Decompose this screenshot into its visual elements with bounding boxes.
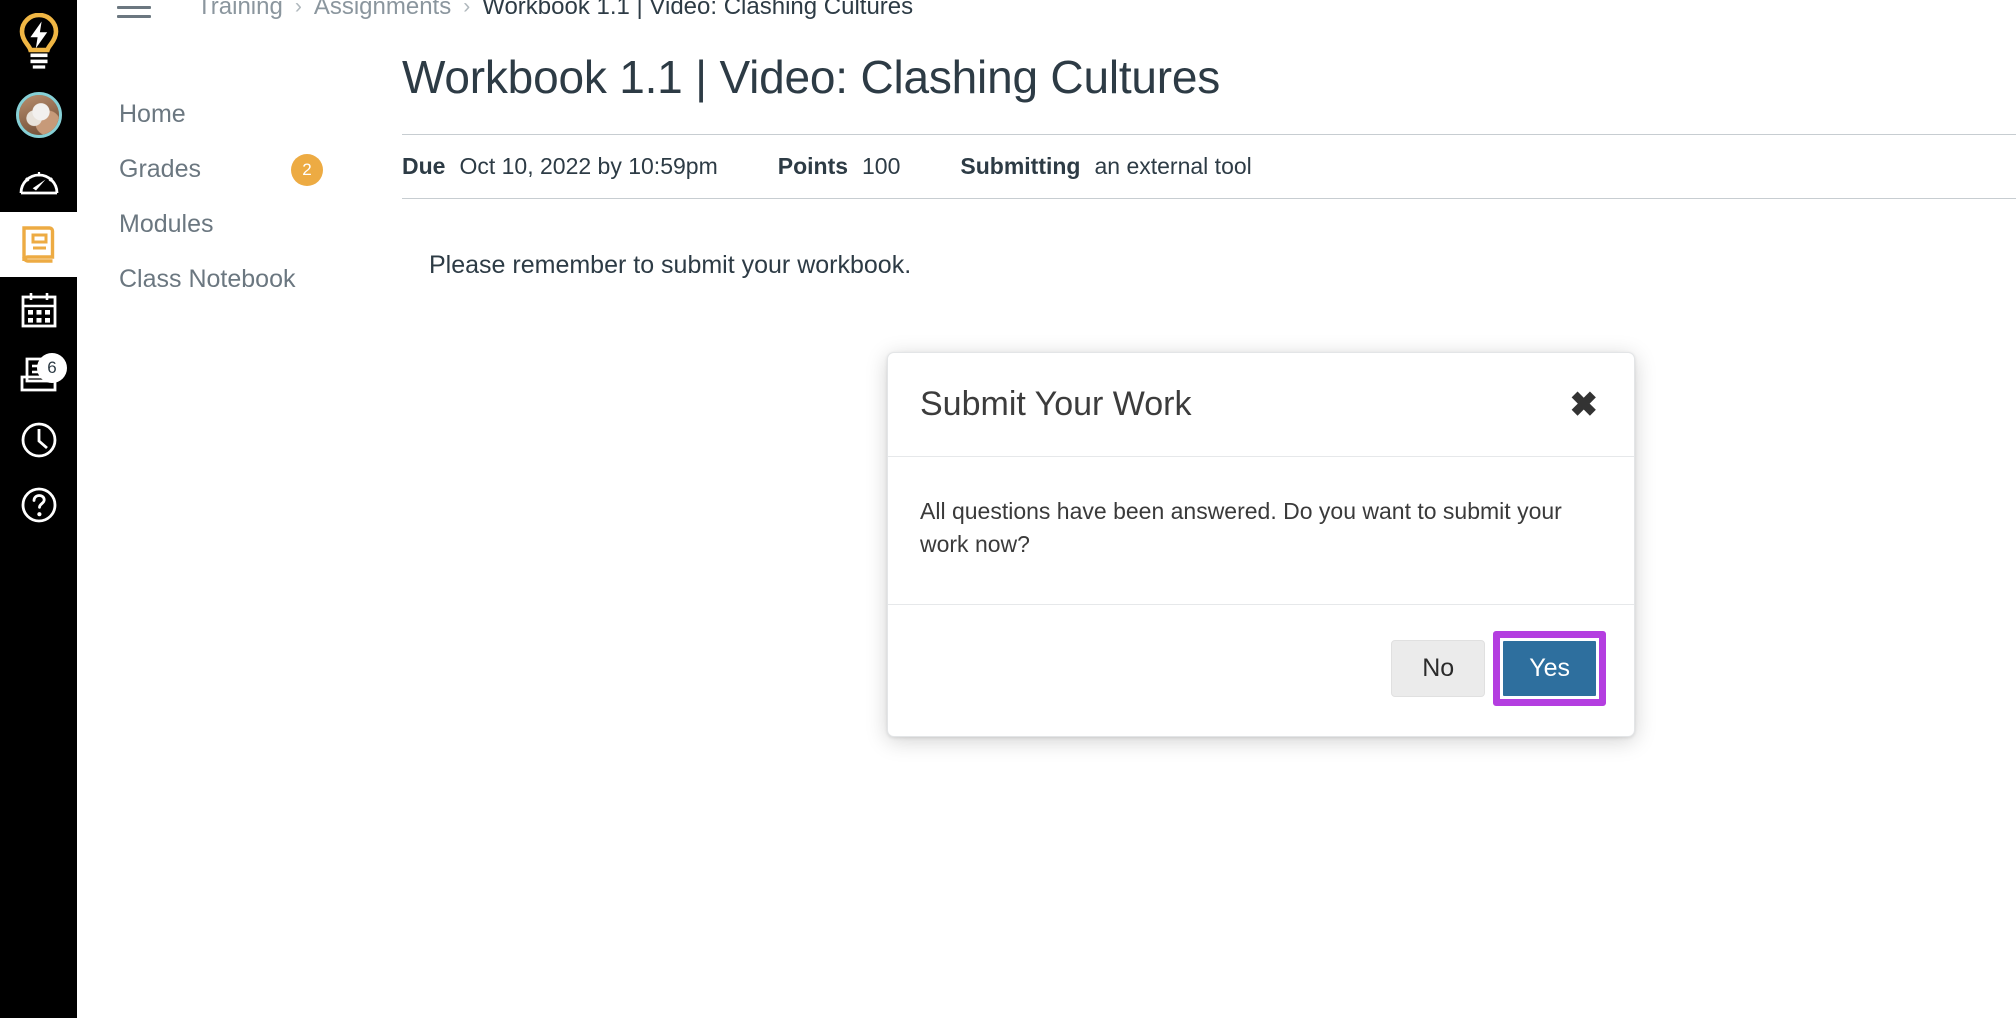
global-nav-item-courses[interactable] bbox=[0, 212, 77, 277]
submitting-label: Submitting bbox=[960, 153, 1081, 179]
breadcrumb-item-assignments[interactable]: Assignments bbox=[314, 0, 451, 21]
clock-icon bbox=[19, 420, 59, 460]
dialog-message: All questions have been answered. Do you… bbox=[920, 498, 1562, 557]
sidebar-item-label: Home bbox=[119, 100, 186, 128]
no-button[interactable]: No bbox=[1391, 640, 1486, 698]
course-navigation: Home Grades 2 Modules Class Notebook bbox=[77, 35, 367, 307]
due-label: Due bbox=[402, 153, 446, 179]
dialog-header: Submit Your Work ✖ bbox=[888, 353, 1634, 457]
global-navigation: 6 bbox=[0, 0, 77, 1018]
points-label: Points bbox=[777, 153, 849, 179]
sidebar-item-label: Class Notebook bbox=[119, 265, 296, 293]
sidebar-item-badge: 2 bbox=[291, 153, 323, 186]
assignment-due: Due Oct 10, 2022 by 10:59pm bbox=[402, 153, 718, 180]
courses-book-icon bbox=[19, 224, 59, 266]
sidebar-item-grades[interactable]: Grades 2 bbox=[77, 142, 367, 197]
page-title: Workbook 1.1 | Video: Clashing Cultures bbox=[402, 51, 1221, 103]
breadcrumb-separator: › bbox=[294, 0, 302, 18]
global-nav-item-help[interactable] bbox=[0, 472, 77, 537]
breadcrumb-item-current: Workbook 1.1 | Video: Clashing Cultures bbox=[482, 0, 914, 20]
assignment-points: Points 100 bbox=[778, 153, 901, 180]
calendar-icon bbox=[19, 290, 59, 330]
dashboard-gauge-icon bbox=[18, 163, 60, 197]
dialog-title: Submit Your Work bbox=[920, 385, 1192, 423]
breadcrumb: Training › Assignments › Workbook 1.1 | … bbox=[197, 0, 913, 21]
sidebar-item-label: Grades bbox=[119, 155, 201, 183]
breadcrumb-separator: › bbox=[463, 0, 471, 18]
sidebar-item-label: Modules bbox=[119, 210, 214, 238]
global-nav-item-inbox[interactable]: 6 bbox=[0, 342, 77, 407]
submitting-value: an external tool bbox=[1094, 153, 1252, 179]
submit-work-dialog: Submit Your Work ✖ All questions have be… bbox=[887, 352, 1635, 738]
points-value: 100 bbox=[862, 153, 901, 179]
global-nav-item-logo[interactable] bbox=[0, 0, 77, 82]
canvas-lms-page: 6 Training › Assignments › Workbook 1.1 … bbox=[0, 0, 2016, 1018]
inbox-badge: 6 bbox=[37, 353, 67, 383]
global-nav-item-dashboard[interactable] bbox=[0, 147, 77, 212]
global-nav-item-account[interactable] bbox=[0, 82, 77, 147]
hamburger-menu-icon[interactable] bbox=[117, 0, 151, 18]
lightbulb-bolt-icon bbox=[16, 13, 62, 69]
yes-button-highlight: Yes bbox=[1493, 631, 1606, 707]
sidebar-item-class-notebook[interactable]: Class Notebook bbox=[77, 252, 367, 307]
assignment-submitting: Submitting an external tool bbox=[960, 153, 1251, 180]
dialog-footer: No Yes bbox=[888, 605, 1634, 736]
sidebar-item-home[interactable]: Home bbox=[77, 87, 367, 142]
sidebar-item-modules[interactable]: Modules bbox=[77, 197, 367, 252]
breadcrumb-bar: Training › Assignments › Workbook 1.1 | … bbox=[77, 0, 2016, 28]
global-nav-item-history[interactable] bbox=[0, 407, 77, 472]
assignment-meta-row: Due Oct 10, 2022 by 10:59pm Points 100 S… bbox=[367, 135, 2016, 198]
close-icon[interactable]: ✖ bbox=[1566, 382, 1603, 428]
due-value: Oct 10, 2022 by 10:59pm bbox=[459, 153, 718, 179]
global-nav-item-calendar[interactable] bbox=[0, 277, 77, 342]
dialog-body: All questions have been answered. Do you… bbox=[888, 457, 1634, 606]
avatar-icon bbox=[15, 91, 62, 138]
assignment-description: Please remember to submit your workbook. bbox=[429, 251, 912, 279]
question-circle-icon bbox=[19, 485, 59, 525]
yes-button[interactable]: Yes bbox=[1500, 638, 1599, 700]
breadcrumb-item-training[interactable]: Training bbox=[197, 0, 283, 21]
